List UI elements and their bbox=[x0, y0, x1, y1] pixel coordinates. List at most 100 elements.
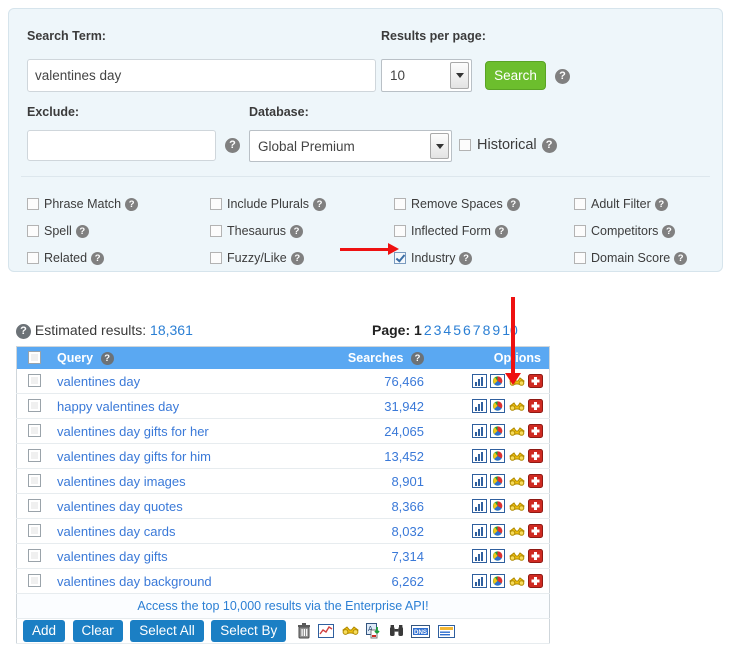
thesaurus-checkbox[interactable] bbox=[210, 225, 222, 237]
select-all-button[interactable]: Select All bbox=[130, 620, 204, 642]
row-select-cell[interactable] bbox=[16, 369, 51, 394]
clear-button[interactable]: Clear bbox=[72, 620, 123, 642]
row-select-cell[interactable] bbox=[16, 468, 51, 494]
bar-chart-icon[interactable] bbox=[471, 499, 487, 514]
row-checkbox[interactable] bbox=[27, 574, 41, 587]
add-plus-icon[interactable] bbox=[528, 399, 543, 414]
option-phrase-match[interactable]: Phrase Match ? bbox=[27, 197, 139, 211]
row-select-cell[interactable] bbox=[16, 543, 51, 569]
pager-page-3[interactable]: 3 bbox=[434, 322, 442, 338]
row-query-cell[interactable]: valentines day gifts bbox=[51, 543, 298, 569]
pie-chart-icon[interactable] bbox=[490, 549, 506, 564]
option-inflected-form[interactable]: Inflected Form ? bbox=[394, 224, 508, 238]
row-select-cell[interactable] bbox=[16, 443, 51, 469]
row-select-cell[interactable] bbox=[16, 418, 51, 444]
enterprise-api-note[interactable]: Access the top 10,000 results via the En… bbox=[16, 593, 550, 619]
pager-page-6[interactable]: 6 bbox=[463, 322, 471, 338]
phrase-match-help-icon[interactable]: ? bbox=[125, 197, 139, 211]
adult-filter-checkbox[interactable] bbox=[574, 198, 586, 210]
pager-page-9[interactable]: 9 bbox=[492, 322, 500, 338]
option-domain-score[interactable]: Domain Score ? bbox=[574, 251, 688, 265]
query-help-icon[interactable]: ? bbox=[100, 352, 114, 366]
query-link[interactable]: happy valentines day bbox=[57, 399, 179, 414]
pager-page-8[interactable]: 8 bbox=[483, 322, 491, 338]
bar-chart-icon[interactable] bbox=[471, 449, 487, 464]
pager-page-5[interactable]: 5 bbox=[453, 322, 461, 338]
phrase-match-checkbox[interactable] bbox=[27, 198, 39, 210]
row-query-cell[interactable]: valentines day images bbox=[51, 468, 298, 494]
select-all-header[interactable] bbox=[16, 346, 51, 369]
exclude-input[interactable] bbox=[27, 130, 216, 161]
add-button[interactable]: Add bbox=[23, 620, 66, 642]
fuzzy-like-checkbox[interactable] bbox=[210, 252, 222, 264]
exclude-help-icon[interactable]: ? bbox=[225, 138, 240, 153]
binoculars-icon[interactable] bbox=[508, 500, 525, 513]
chevron-down-icon[interactable] bbox=[450, 62, 469, 89]
domain-score-help-icon[interactable]: ? bbox=[674, 251, 688, 265]
row-checkbox[interactable] bbox=[27, 424, 41, 437]
related-help-icon[interactable]: ? bbox=[91, 251, 105, 265]
binoculars-icon[interactable] bbox=[508, 425, 525, 438]
row-options-cell[interactable] bbox=[430, 518, 550, 544]
trend-chart-icon[interactable] bbox=[318, 624, 335, 638]
pie-chart-icon[interactable] bbox=[490, 499, 506, 514]
row-options-cell[interactable] bbox=[430, 468, 550, 494]
add-plus-icon[interactable] bbox=[528, 499, 543, 514]
row-query-cell[interactable]: valentines day gifts for him bbox=[51, 443, 298, 469]
table-row[interactable]: valentines day images 8,901 bbox=[16, 468, 550, 494]
historical-checkbox[interactable] bbox=[459, 139, 471, 151]
add-plus-icon[interactable] bbox=[528, 524, 543, 539]
binoculars-icon[interactable] bbox=[508, 525, 525, 538]
historical-checkbox-row[interactable]: Historical ? bbox=[459, 137, 557, 153]
binoculars-icon[interactable] bbox=[508, 475, 525, 488]
table-row[interactable]: valentines day quotes 8,366 bbox=[16, 493, 550, 519]
bar-chart-icon[interactable] bbox=[471, 474, 487, 489]
binoculars-icon[interactable] bbox=[508, 575, 525, 588]
pie-chart-icon[interactable] bbox=[490, 524, 506, 539]
search-term-input[interactable] bbox=[27, 59, 376, 92]
query-link[interactable]: valentines day gifts for him bbox=[57, 449, 211, 464]
pager-page-4[interactable]: 4 bbox=[443, 322, 451, 338]
related-checkbox[interactable] bbox=[27, 252, 39, 264]
dns-icon[interactable]: DNS bbox=[411, 624, 431, 638]
estimated-results-help-icon[interactable]: ? bbox=[16, 324, 31, 339]
bar-chart-icon[interactable] bbox=[471, 524, 487, 539]
bar-chart-icon[interactable] bbox=[471, 399, 487, 414]
query-link[interactable]: valentines day bbox=[57, 374, 140, 389]
spell-help-icon[interactable]: ? bbox=[75, 224, 89, 238]
row-options-cell[interactable] bbox=[430, 493, 550, 519]
table-row[interactable]: valentines day background 6,262 bbox=[16, 568, 550, 594]
query-link[interactable]: valentines day gifts for her bbox=[57, 424, 209, 439]
row-query-cell[interactable]: valentines day cards bbox=[51, 518, 298, 544]
query-link[interactable]: valentines day quotes bbox=[57, 499, 183, 514]
select-by-button[interactable]: Select By bbox=[211, 620, 287, 642]
option-include-plurals[interactable]: Include Plurals ? bbox=[210, 197, 326, 211]
historical-help-icon[interactable]: ? bbox=[541, 137, 557, 153]
pie-chart-icon[interactable] bbox=[490, 474, 506, 489]
binoculars-icon[interactable] bbox=[508, 400, 525, 413]
row-select-cell[interactable] bbox=[16, 493, 51, 519]
table-row[interactable]: valentines day cards 8,032 bbox=[16, 518, 550, 544]
option-adult-filter[interactable]: Adult Filter ? bbox=[574, 197, 668, 211]
column-header-searches[interactable]: Searches ? bbox=[298, 346, 430, 369]
add-plus-icon[interactable] bbox=[528, 549, 543, 564]
table-row[interactable]: valentines day gifts 7,314 bbox=[16, 543, 550, 569]
pie-chart-icon[interactable] bbox=[490, 574, 506, 589]
bar-chart-icon[interactable] bbox=[471, 549, 487, 564]
pager-page-2[interactable]: 2 bbox=[424, 322, 432, 338]
export-image-icon[interactable]: A bbox=[366, 623, 381, 639]
option-industry[interactable]: Industry ? bbox=[394, 251, 473, 265]
thesaurus-help-icon[interactable]: ? bbox=[290, 224, 304, 238]
bar-chart-icon[interactable] bbox=[471, 574, 487, 589]
query-link[interactable]: valentines day images bbox=[57, 474, 186, 489]
add-plus-icon[interactable] bbox=[528, 574, 543, 589]
binoculars-icon[interactable] bbox=[508, 450, 525, 463]
row-options-cell[interactable] bbox=[430, 369, 550, 394]
competitors-checkbox[interactable] bbox=[574, 225, 586, 237]
adult-filter-help-icon[interactable]: ? bbox=[654, 197, 668, 211]
option-related[interactable]: Related ? bbox=[27, 251, 105, 265]
pie-chart-icon[interactable] bbox=[490, 449, 506, 464]
pie-chart-icon[interactable] bbox=[490, 424, 506, 439]
row-query-cell[interactable]: valentines day quotes bbox=[51, 493, 298, 519]
competitors-help-icon[interactable]: ? bbox=[662, 224, 676, 238]
